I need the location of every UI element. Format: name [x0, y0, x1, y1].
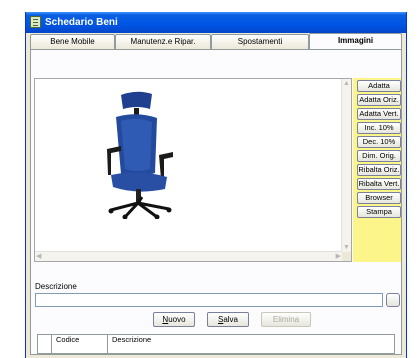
description-label: Descrizione: [35, 282, 77, 291]
tab-spostamenti[interactable]: Spostamenti: [211, 34, 309, 49]
tab-strip: Bene Mobile Manutenz.e Ripar. Spostament…: [30, 33, 402, 49]
dim-orig-button[interactable]: Dim. Orig.: [357, 150, 401, 162]
scroll-up-arrow-icon[interactable]: ▲: [343, 79, 350, 88]
cell-descrizione[interactable]: [108, 344, 394, 353]
scrollbar-corner: [342, 252, 351, 261]
browser-button[interactable]: Browser: [357, 192, 401, 204]
image-tools-column: Adatta Adatta Oriz. Adatta Vert. Inc. 10…: [353, 78, 401, 262]
adatta-button[interactable]: Adatta: [357, 80, 401, 92]
row-selector-header: [38, 335, 52, 344]
ribalta-oriz-button[interactable]: Ribalta Oriz.: [357, 164, 401, 176]
description-browse-button[interactable]: [386, 293, 400, 307]
column-descrizione[interactable]: Descrizione: [108, 335, 394, 344]
dec-10-button[interactable]: Dec. 10%: [357, 136, 401, 148]
new-button[interactable]: Nuovo: [153, 312, 195, 327]
scroll-down-arrow-icon[interactable]: ▼: [343, 243, 350, 252]
horizontal-scrollbar[interactable]: ◀ ▶: [35, 251, 342, 261]
office-chair-image: [107, 91, 173, 219]
app-icon: [30, 16, 41, 28]
row-selector[interactable]: [38, 344, 52, 353]
vertical-scrollbar[interactable]: ▲ ▼: [341, 79, 351, 252]
stampa-button[interactable]: Stampa: [357, 206, 401, 218]
schedario-beni-window: Schedario Beni Bene Mobile Manutenz.e Ri…: [25, 12, 407, 358]
scroll-left-arrow-icon[interactable]: ◀: [36, 252, 41, 261]
window-title: Schedario Beni: [45, 17, 118, 28]
column-codice[interactable]: Codice: [52, 335, 108, 344]
image-viewer[interactable]: ▲ ▼ ◀ ▶: [34, 78, 352, 262]
inc-10-button[interactable]: Inc. 10%: [357, 122, 401, 134]
table-row[interactable]: [37, 344, 395, 354]
tab-immagini[interactable]: Immagini: [309, 33, 402, 49]
scroll-right-arrow-icon[interactable]: ▶: [336, 252, 341, 261]
adatta-oriz-button[interactable]: Adatta Oriz.: [357, 94, 401, 106]
description-field[interactable]: [35, 293, 383, 307]
ribalta-vert-button[interactable]: Ribalta Vert.: [357, 178, 401, 190]
adatta-vert-button[interactable]: Adatta Vert.: [357, 108, 401, 120]
save-button[interactable]: Salva: [207, 312, 249, 327]
cell-codice[interactable]: [52, 344, 108, 353]
tab-bene-mobile[interactable]: Bene Mobile: [30, 34, 115, 49]
tab-panel-immagini: ▲ ▼ ◀ ▶ Adatta Adatta Oriz. Adatta Vert.…: [30, 49, 402, 355]
tab-manutenzione[interactable]: Manutenz.e Ripar.: [115, 34, 211, 49]
title-bar[interactable]: Schedario Beni: [26, 12, 406, 33]
delete-button[interactable]: Elimina: [261, 312, 311, 327]
